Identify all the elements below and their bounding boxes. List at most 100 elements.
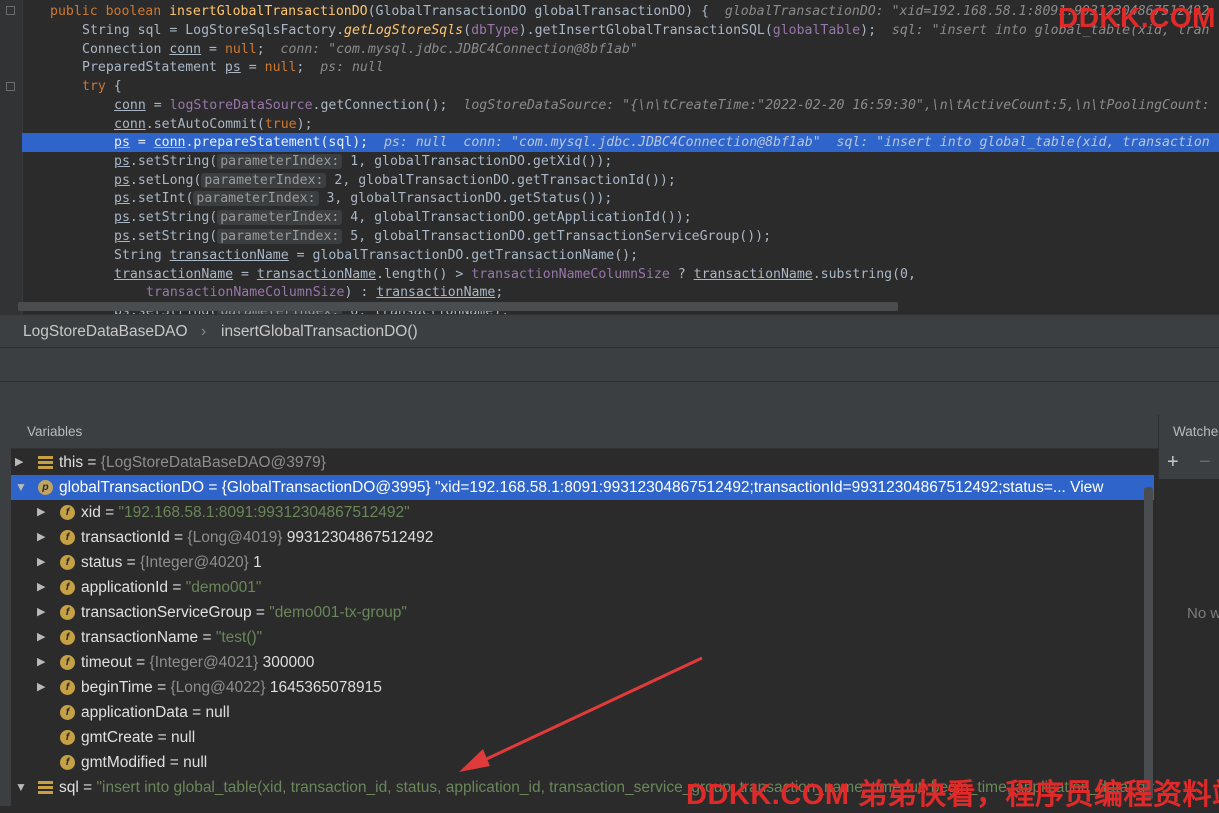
code-line[interactable]: try {: [22, 77, 1219, 96]
code-token: conn: [153, 135, 186, 150]
code-token: ;: [296, 60, 321, 75]
code-line[interactable]: ps.setInt(parameterIndex: 3, globalTrans…: [22, 189, 1219, 208]
code-editor[interactable]: public boolean insertGlobalTransactionDO…: [0, 0, 1219, 314]
code-line[interactable]: conn.setAutoCommit(true);: [22, 115, 1219, 134]
collapse-arrow-icon[interactable]: ▼: [15, 775, 27, 800]
variables-panel-title: Variables: [27, 424, 83, 439]
expand-arrow-icon[interactable]: ▶: [15, 450, 27, 475]
variable-row-status[interactable]: ▶ f status = {Integer@4020} 1: [11, 550, 1154, 575]
debug-toolbar-strip: [0, 347, 1219, 382]
code-token: transactionName: [169, 248, 289, 263]
field-icon: f: [60, 680, 75, 695]
expand-arrow-icon[interactable]: ▶: [37, 525, 49, 550]
code-token: 4, globalTransactionDO.getApplicationId(…: [342, 210, 692, 225]
code-line[interactable]: ps.setLong(parameterIndex: 2, globalTran…: [22, 171, 1219, 190]
code-line[interactable]: ps.setString(parameterIndex: 4, globalTr…: [22, 208, 1219, 227]
fold-marker[interactable]: [6, 82, 15, 91]
field-icon: f: [60, 630, 75, 645]
breadcrumb-method[interactable]: insertGlobalTransactionDO(): [221, 323, 418, 341]
variables-panel-header: Variables: [11, 415, 1158, 449]
code-line-text: transactionNameColumnSize) : transaction…: [146, 283, 503, 302]
code-line-text: conn.setAutoCommit(true);: [114, 115, 313, 134]
remove-watch-button[interactable]: −: [1199, 451, 1211, 474]
variable-row-applicationData[interactable]: f applicationData = null: [11, 700, 1154, 725]
code-token: );: [860, 23, 892, 38]
code-line[interactable]: String sql = LogStoreSqlsFactory.getLogS…: [22, 21, 1219, 40]
variable-value: "demo001-tx-group": [269, 604, 407, 621]
code-line[interactable]: transactionName = transactionName.length…: [22, 265, 1219, 284]
variable-row-applicationId[interactable]: ▶ f applicationId = "demo001": [11, 575, 1154, 600]
variable-value: 1645365078915: [269, 679, 382, 696]
parameter-hint: parameterIndex:: [217, 229, 343, 244]
breadcrumb-separator: ›: [201, 323, 207, 340]
code-token: public boolean: [50, 4, 170, 19]
code-line[interactable]: ps.setString(parameterIndex: 5, globalTr…: [22, 227, 1219, 246]
add-watch-button[interactable]: +: [1167, 451, 1179, 474]
collapse-arrow-icon[interactable]: ▼: [15, 475, 27, 500]
variable-equals: =: [168, 579, 186, 596]
expand-arrow-icon[interactable]: ▶: [37, 625, 49, 650]
variable-row-globalTransactionDO[interactable]: ▼ p globalTransactionDO = {GlobalTransacti…: [11, 475, 1154, 500]
variable-text: globalTransactionDO = {GlobalTransaction…: [59, 475, 1103, 500]
code-token: transactionNameColumnSize: [471, 267, 670, 282]
watches-empty-text: No watches: [1187, 605, 1219, 622]
code-token: conn: [114, 117, 146, 132]
code-token: true: [264, 117, 297, 132]
variable-value: {Long@4019}: [187, 529, 287, 546]
variable-row-transactionId[interactable]: ▶ f transactionId = {Long@4019} 9931230486…: [11, 525, 1154, 550]
code-line[interactable]: transactionNameColumnSize) : transaction…: [22, 283, 1219, 302]
editor-horizontal-scrollbar[interactable]: [18, 302, 898, 311]
code-token: (GlobalTransactionDO globalTransactionDO…: [367, 4, 725, 19]
variable-row-transactionName[interactable]: ▶ f transactionName = "test()": [11, 625, 1154, 650]
expand-arrow-icon[interactable]: ▶: [37, 600, 49, 625]
variables-vertical-scrollbar[interactable]: [1144, 487, 1153, 800]
code-token: .setInt(: [129, 191, 194, 206]
variable-text: beginTime = {Long@4022} 1645365078915: [81, 675, 382, 700]
variable-value: {Integer@4020}: [140, 554, 254, 571]
variable-row-transactionServiceGroup[interactable]: ▶ f transactionServiceGroup = "demo001-tx-…: [11, 600, 1154, 625]
expand-arrow-icon[interactable]: ▶: [37, 575, 49, 600]
code-line[interactable]: ps = conn.prepareStatement(sql); ps: nul…: [22, 133, 1219, 152]
code-token: conn: [169, 42, 202, 57]
view-value-link[interactable]: View: [1070, 479, 1103, 496]
code-line-text: try {: [82, 77, 122, 96]
debug-toolbar-strip: [0, 381, 1219, 416]
variable-text: gmtCreate = null: [81, 725, 195, 750]
inline-value-hint: conn: "com.mysql.jdbc.JDBC4Connection@8b…: [280, 42, 638, 57]
code-line[interactable]: PreparedStatement ps = null; ps: null: [22, 58, 1219, 77]
variable-row-this[interactable]: ▶ this = {LogStoreDataBaseDAO@3979}: [11, 450, 1154, 475]
parameter-hint: parameterIndex:: [217, 210, 343, 225]
variable-value: "xid=192.168.58.1:8091:99312304867512492…: [435, 479, 1071, 496]
code-token: conn: [114, 98, 146, 113]
code-token: );: [296, 117, 313, 132]
parameter-icon: p: [38, 480, 53, 495]
variable-name: applicationId: [81, 579, 169, 596]
expand-arrow-icon[interactable]: ▶: [37, 675, 49, 700]
variable-row-timeout[interactable]: ▶ f timeout = {Integer@4021} 300000: [11, 650, 1154, 675]
code-token: .getConnection();: [312, 98, 464, 113]
variable-row-gmtCreate[interactable]: f gmtCreate = null: [11, 725, 1154, 750]
code-token: ps: [224, 60, 241, 75]
variable-row-xid[interactable]: ▶ f xid = "192.168.58.1:8091:9931230486751…: [11, 500, 1154, 525]
code-token: ps: [114, 135, 130, 150]
variable-equals: =: [83, 454, 101, 471]
code-line[interactable]: public boolean insertGlobalTransactionDO…: [22, 2, 1219, 21]
code-token: ;: [495, 285, 504, 300]
inline-value-hint: ps: null: [320, 60, 384, 75]
variable-equals: =: [165, 754, 184, 771]
expand-arrow-icon[interactable]: ▶: [37, 500, 49, 525]
variable-row-beginTime[interactable]: ▶ f beginTime = {Long@4022} 1645365078915: [11, 675, 1154, 700]
breadcrumb-class[interactable]: LogStoreDataBaseDAO: [23, 323, 188, 341]
code-line-text: ps.setString(parameterIndex: 5, globalTr…: [114, 227, 771, 246]
code-line[interactable]: String transactionName = globalTransacti…: [22, 246, 1219, 265]
code-line[interactable]: conn = logStoreDataSource.getConnection(…: [22, 96, 1219, 115]
code-token: =: [129, 135, 154, 150]
code-line[interactable]: Connection conn = null; conn: "com.mysql…: [22, 40, 1219, 59]
code-line[interactable]: ps.setString(parameterIndex: 1, globalTr…: [22, 152, 1219, 171]
variable-name: timeout: [81, 654, 132, 671]
fold-marker[interactable]: [6, 6, 15, 15]
editor-gutter[interactable]: [0, 0, 23, 314]
expand-arrow-icon[interactable]: ▶: [37, 650, 49, 675]
variable-name: status: [81, 554, 123, 571]
expand-arrow-icon[interactable]: ▶: [37, 550, 49, 575]
